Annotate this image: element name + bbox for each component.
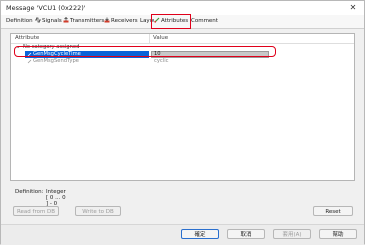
ok-button[interactable]: 確定 <box>181 229 219 239</box>
tab-comment[interactable]: Comment <box>191 17 218 26</box>
transmitter-icon <box>63 17 69 23</box>
attribute-icon <box>27 59 32 64</box>
tab-label: Definition <box>6 18 33 24</box>
attribute-name: GenMsgSendType <box>33 58 79 64</box>
signals-icon <box>35 17 41 23</box>
message-dialog: Message 'VCU1 (0x222)' ✕ Definition Sign… <box>0 0 365 245</box>
tab-definition[interactable]: Definition <box>6 17 33 26</box>
tab-signals[interactable]: Signals <box>35 17 62 26</box>
reset-button[interactable]: Reset <box>313 206 353 216</box>
read-from-db-button[interactable]: Read from DB <box>13 206 59 216</box>
column-header-attribute[interactable]: Attribute <box>15 35 39 41</box>
definition-value: Integer [ 0 ... 0 ] - 0 <box>46 189 66 207</box>
help-button[interactable]: 幫助 <box>319 229 357 239</box>
window-title: Message 'VCU1 (0x222)' <box>6 4 86 12</box>
tab-receivers[interactable]: Receivers <box>104 17 138 26</box>
apply-button[interactable]: 套用(A) <box>273 229 311 239</box>
write-to-db-button[interactable]: Write to DB <box>75 206 121 216</box>
cancel-button[interactable]: 取消 <box>227 229 265 239</box>
tab-label: Signals <box>42 18 62 24</box>
attributes-tab-highlight <box>151 14 191 29</box>
attribute-value: cyclic <box>154 58 169 64</box>
column-divider[interactable] <box>149 34 150 43</box>
selected-row-highlight <box>14 46 276 57</box>
tab-label: Receivers <box>111 18 138 24</box>
definition-label: Definition: <box>15 189 44 195</box>
table-header: Attribute Value <box>11 34 354 44</box>
tab-label: Transmitters <box>70 18 105 24</box>
table-row[interactable]: GenMsgSendType cyclic <box>11 58 354 65</box>
receiver-icon <box>104 17 110 23</box>
tab-label: Comment <box>191 18 218 24</box>
close-button[interactable]: ✕ <box>348 3 358 13</box>
column-header-value[interactable]: Value <box>153 35 168 41</box>
tab-transmitters[interactable]: Transmitters <box>63 17 104 26</box>
